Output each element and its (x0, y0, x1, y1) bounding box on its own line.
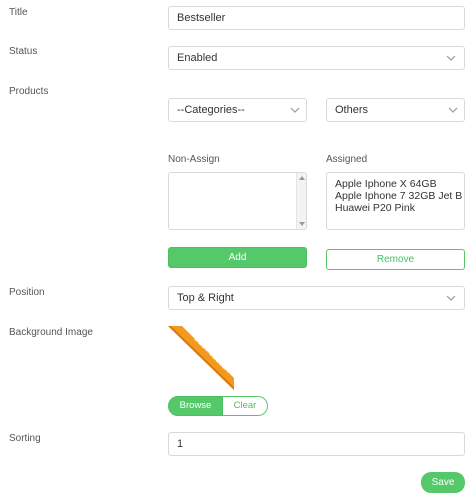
products-label: Products (9, 86, 49, 97)
position-label: Position (9, 287, 45, 298)
non-assign-listbox[interactable] (168, 172, 307, 230)
title-label: Title (9, 7, 28, 18)
non-assign-label: Non-Assign (168, 154, 220, 165)
sorting-label: Sorting (9, 433, 41, 444)
sorting-input[interactable]: 1 (168, 432, 465, 456)
category-select[interactable]: --Categories-- (168, 98, 307, 122)
chevron-down-icon (290, 107, 300, 113)
background-image-label: Background Image (9, 327, 93, 338)
assigned-listbox[interactable]: Apple Iphone X 64GB Apple Iphone 7 32GB … (326, 172, 465, 230)
title-input[interactable]: Bestseller (168, 6, 465, 30)
status-select-value: Enabled (177, 52, 218, 64)
assigned-item[interactable]: Huawei P20 Pink (335, 202, 456, 214)
image-button-group: Browse Clear (168, 396, 268, 416)
status-label: Status (9, 46, 38, 57)
assigned-item[interactable]: Apple Iphone X 64GB (335, 178, 456, 190)
chevron-down-icon (448, 107, 458, 113)
position-select[interactable]: Top & Right (168, 286, 465, 310)
save-button[interactable]: Save (421, 472, 465, 493)
browse-button[interactable]: Browse (168, 396, 223, 416)
scroll-up-icon[interactable] (299, 176, 305, 180)
title-input-value: Bestseller (177, 12, 226, 24)
sorting-input-value: 1 (177, 438, 184, 450)
chevron-down-icon (446, 295, 456, 301)
remove-button[interactable]: Remove (326, 249, 465, 270)
status-select[interactable]: Enabled (168, 46, 465, 70)
scroll-down-icon[interactable] (299, 222, 305, 226)
chevron-down-icon (446, 55, 456, 61)
assigned-label: Assigned (326, 154, 368, 165)
add-button[interactable]: Add (168, 247, 307, 268)
best-seller-ribbon-image: BEST SELLER (168, 326, 234, 390)
scrollbar[interactable] (296, 173, 306, 229)
others-select-value: Others (335, 104, 369, 116)
assigned-item[interactable]: Apple Iphone 7 32GB Jet B (335, 190, 462, 202)
clear-button[interactable]: Clear (223, 396, 268, 416)
position-select-value: Top & Right (177, 292, 234, 304)
others-select[interactable]: Others (326, 98, 465, 122)
category-select-value: --Categories-- (177, 104, 245, 116)
